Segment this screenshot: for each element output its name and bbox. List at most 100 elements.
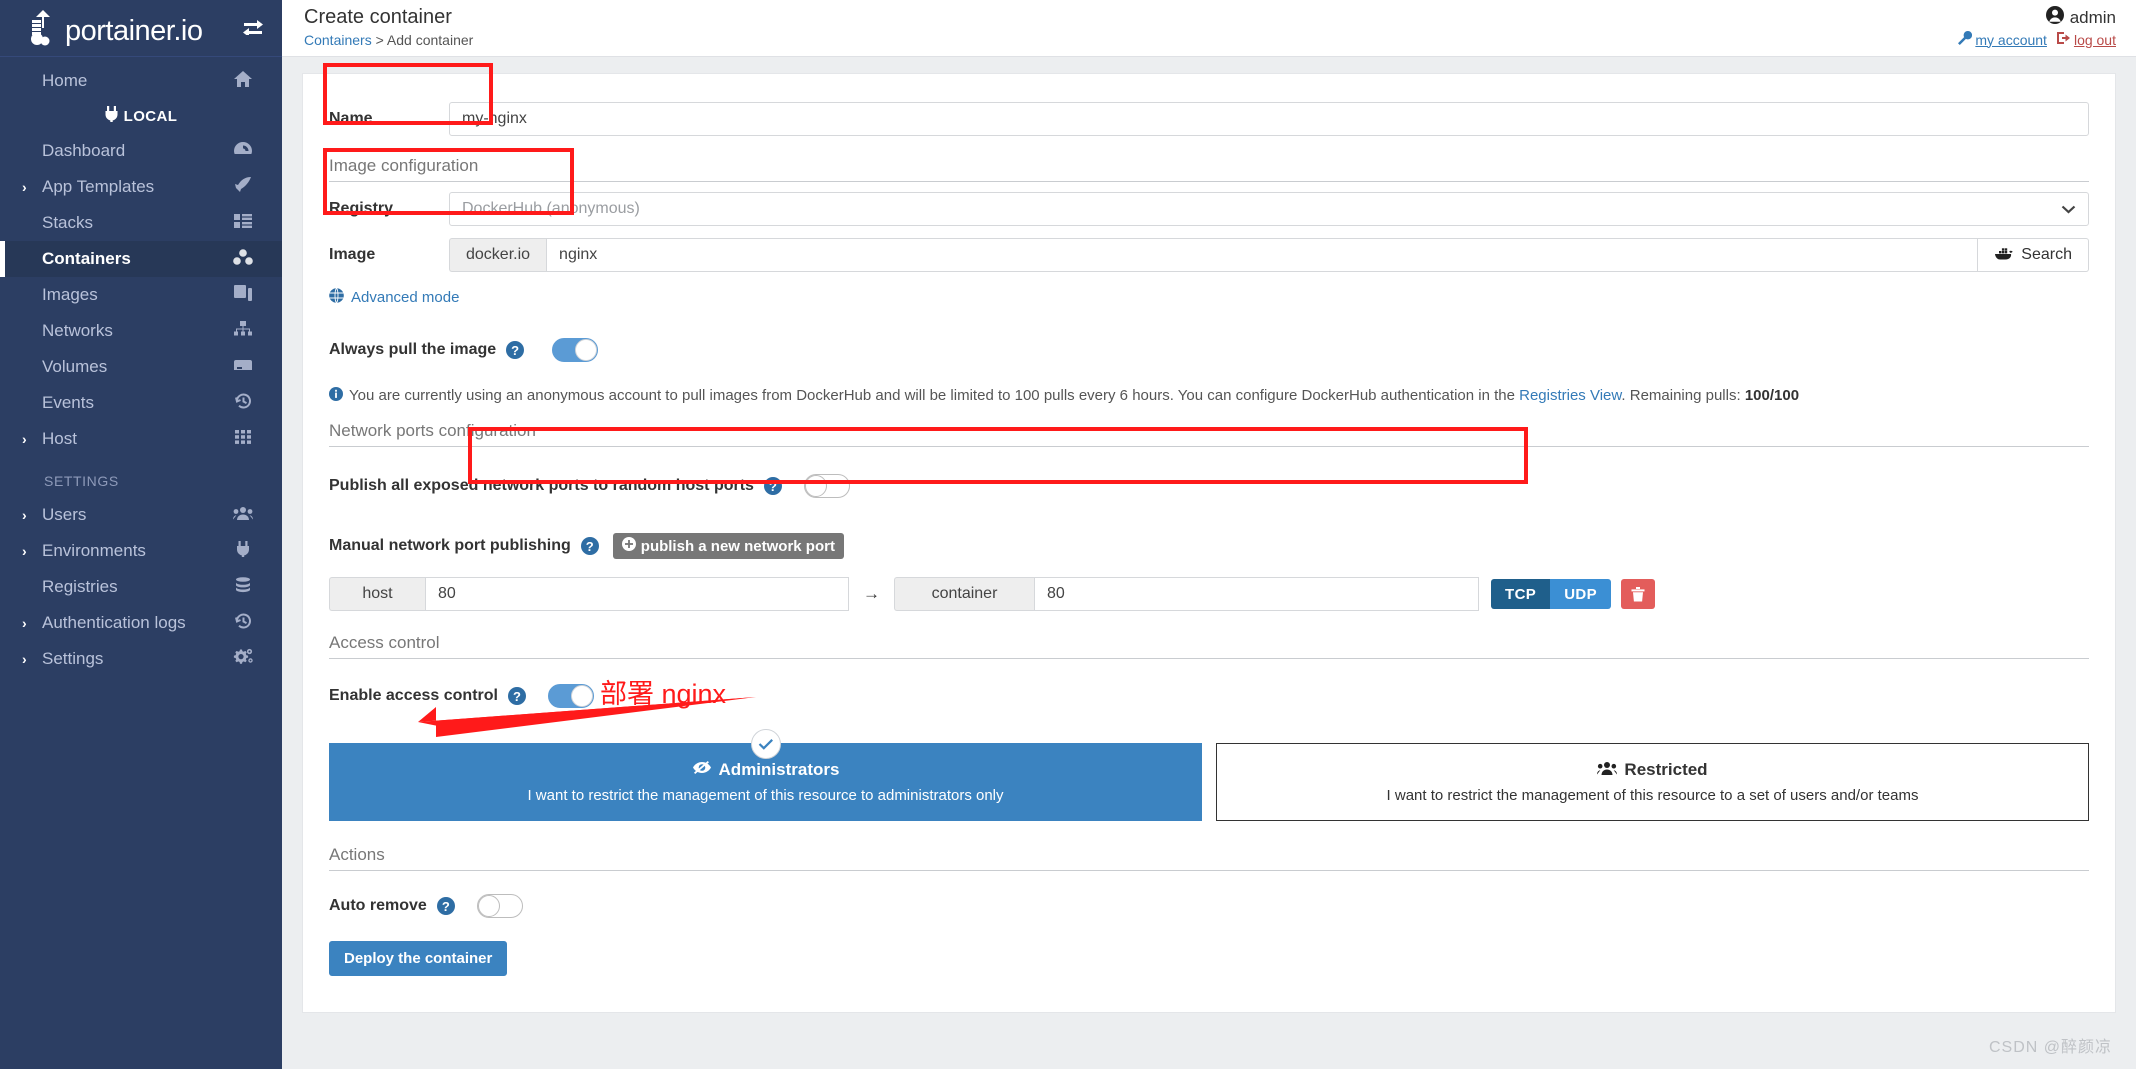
- user-avatar-icon: [2045, 6, 2064, 29]
- registry-label: Registry: [329, 200, 394, 217]
- image-input-group: docker.io nginx Search: [449, 238, 2089, 272]
- sidebar-item-app-templates[interactable]: › App Templates: [0, 169, 282, 205]
- help-icon[interactable]: ?: [507, 687, 526, 705]
- enable-access-control-row: Enable access control ?: [329, 675, 2089, 717]
- image-input[interactable]: nginx: [546, 238, 1979, 272]
- database-icon: [230, 576, 256, 598]
- watermark: CSDN @醉颜凉: [1988, 1039, 2112, 1056]
- help-icon[interactable]: ?: [506, 341, 525, 359]
- publish-new-port-button[interactable]: publish a new network port: [612, 533, 844, 559]
- sidebar-item-label: Containers: [42, 249, 131, 268]
- always-pull-toggle[interactable]: [552, 338, 599, 362]
- user-links: my account log out: [1958, 30, 2116, 48]
- collapse-arrows-icon[interactable]: [242, 19, 264, 38]
- container-port-input[interactable]: 80: [1034, 577, 1479, 611]
- sidebar-item-host[interactable]: › Host: [0, 421, 282, 457]
- plus-circle-icon: [621, 537, 636, 555]
- history-icon: [230, 613, 256, 634]
- name-row: Name my-nginx: [329, 98, 2089, 140]
- name-input[interactable]: my-nginx: [449, 102, 2089, 136]
- chevron-down-icon: [2061, 202, 2076, 217]
- logout-label: log out: [2073, 31, 2116, 48]
- protocol-udp-button[interactable]: UDP: [1550, 579, 1612, 609]
- sidebar-item-users[interactable]: › Users: [0, 497, 282, 533]
- advanced-mode-label: Advanced mode: [351, 289, 460, 306]
- brand-header: portainer.io: [0, 0, 282, 57]
- sidebar-item-settings[interactable]: › Settings: [0, 641, 282, 677]
- logout-link[interactable]: log out: [2056, 31, 2116, 48]
- chevron-right-icon[interactable]: ›: [22, 651, 38, 667]
- host-port-input[interactable]: 80: [425, 577, 849, 611]
- eye-slash-icon: [692, 760, 712, 780]
- logout-icon: [2056, 31, 2071, 48]
- history-icon: [230, 393, 256, 414]
- sidebar-item-label: Registries: [42, 577, 118, 596]
- access-option-administrators-label: Administrators: [718, 760, 840, 779]
- breadcrumb: Containers > Add container: [304, 32, 2116, 48]
- sidebar-item-authentication-logs[interactable]: › Authentication logs: [0, 605, 282, 641]
- advanced-mode-link[interactable]: Advanced mode: [329, 287, 2089, 307]
- auto-remove-row: Auto remove ?: [329, 885, 2089, 927]
- access-control-options: Administrators I want to restrict the ma…: [329, 729, 2089, 821]
- registry-select[interactable]: DockerHub (anonymous): [449, 192, 2089, 226]
- image-configuration-heading: Image configuration: [329, 156, 2089, 182]
- sidebar-item-label: Events: [42, 393, 94, 412]
- sidebar-item-label: Dashboard: [42, 141, 126, 160]
- sidebar-item-dashboard[interactable]: Dashboard: [0, 133, 282, 169]
- stacks-icon: [230, 213, 256, 233]
- sidebar-item-images[interactable]: Images: [0, 277, 282, 313]
- publish-all-label: Publish all exposed network ports to ran…: [329, 477, 754, 494]
- access-option-administrators[interactable]: Administrators I want to restrict the ma…: [329, 729, 1202, 821]
- deploy-container-button[interactable]: Deploy the container: [329, 941, 508, 976]
- plug-icon: [105, 106, 118, 126]
- sidebar-item-label: Stacks: [42, 213, 94, 232]
- docker-whale-icon: [1994, 246, 2014, 265]
- chevron-right-icon[interactable]: ›: [22, 179, 38, 195]
- chevron-right-icon[interactable]: ›: [22, 431, 38, 447]
- chevron-right-icon[interactable]: ›: [22, 615, 38, 631]
- create-container-form-card: Name my-nginx Image configuration Regist…: [302, 73, 2116, 1013]
- toggle-knob: [804, 475, 827, 497]
- sidebar-item-containers[interactable]: Containers: [0, 241, 282, 277]
- port-mapping-row: host 80 → container 80 TCP UDP: [329, 577, 2089, 611]
- plug-icon: [230, 540, 256, 562]
- my-account-link[interactable]: my account: [1958, 30, 2047, 48]
- sidebar-item-stacks[interactable]: Stacks: [0, 205, 282, 241]
- sidebar-item-volumes[interactable]: Volumes: [0, 349, 282, 385]
- sidebar-item-registries[interactable]: Registries: [0, 569, 282, 605]
- sidebar-item-networks[interactable]: Networks: [0, 313, 282, 349]
- manual-publishing-label: Manual network port publishing: [329, 537, 571, 554]
- sidebar-item-events[interactable]: Events: [0, 385, 282, 421]
- help-icon[interactable]: ?: [580, 537, 599, 555]
- containers-icon: [230, 248, 256, 270]
- actions-heading: Actions: [329, 845, 2089, 871]
- network-ports-heading: Network ports configuration: [329, 421, 2089, 447]
- auto-remove-toggle[interactable]: [476, 894, 523, 918]
- chevron-right-icon[interactable]: ›: [22, 543, 38, 559]
- breadcrumb-containers-link[interactable]: Containers: [304, 32, 372, 48]
- sidebar-environment-label: LOCAL: [123, 107, 178, 125]
- page-title: Create container: [304, 6, 452, 28]
- sidebar-item-environments[interactable]: › Environments: [0, 533, 282, 569]
- auto-remove-label: Auto remove: [329, 897, 427, 914]
- image-registry-prefix: docker.io: [449, 238, 547, 272]
- protocol-tcp-button[interactable]: TCP: [1491, 579, 1551, 609]
- enable-access-control-toggle[interactable]: [547, 684, 594, 708]
- sidebar-item-label: Users: [42, 505, 87, 524]
- access-option-restricted[interactable]: Restricted I want to restrict the manage…: [1216, 743, 2089, 821]
- help-icon[interactable]: ?: [763, 477, 782, 495]
- sidebar-item-home[interactable]: Home: [0, 63, 282, 99]
- sidebar-item-label: Settings: [42, 649, 104, 668]
- trash-icon[interactable]: [1621, 579, 1656, 609]
- chevron-right-icon[interactable]: ›: [22, 507, 38, 523]
- container-port-group: container 80: [894, 577, 1479, 611]
- arrow-icon: →: [863, 584, 880, 603]
- my-account-label: my account: [1975, 31, 2047, 48]
- publish-all-toggle[interactable]: [803, 474, 850, 498]
- image-search-button[interactable]: Search: [1978, 238, 2089, 272]
- registries-view-link[interactable]: Registries View: [1519, 387, 1621, 404]
- help-icon[interactable]: ?: [436, 897, 455, 915]
- app-root: portainer.io Home LOCAL Dashboard › App …: [0, 0, 2136, 1069]
- user-box: admin my account log out: [1958, 6, 2116, 48]
- dashboard-icon: [230, 141, 256, 162]
